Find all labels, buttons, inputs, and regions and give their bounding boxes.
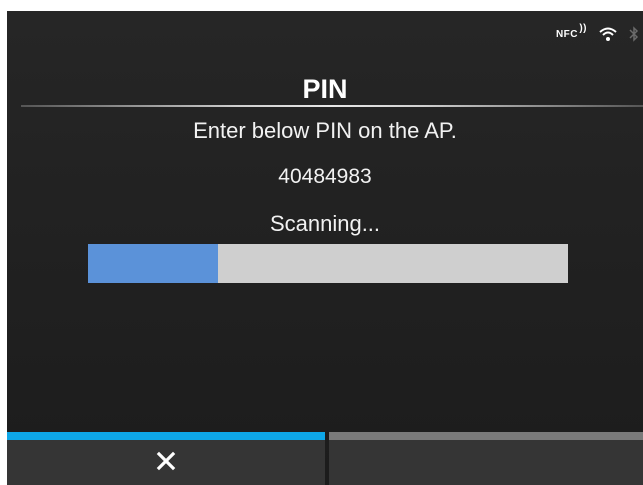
pin-code: 40484983 [278, 165, 372, 188]
right-softkey[interactable] [329, 432, 643, 485]
cancel-button[interactable] [7, 432, 325, 485]
instruction-text: Enter below PIN on the AP. [193, 118, 457, 143]
nfc-label: NFC [555, 28, 578, 40]
progress-bar [88, 244, 568, 283]
status-bar: NFC )) [556, 21, 643, 47]
softkey-indicator-active [7, 432, 325, 440]
printer-display: NFC )) PIN Enter below PIN on the AP. 40… [7, 11, 643, 485]
close-icon [156, 451, 176, 471]
wifi-icon [599, 27, 617, 42]
bluetooth-icon [629, 25, 639, 43]
scan-status: Scanning... [269, 211, 381, 236]
softkey-indicator-inactive [329, 432, 643, 440]
nfc-wave: )) [579, 22, 587, 34]
page-title: PIN [302, 74, 348, 104]
softkey-bar [7, 432, 643, 485]
nfc-icon: NFC )) [555, 23, 587, 40]
title-area: PIN [7, 52, 643, 107]
progress-fill [88, 244, 218, 283]
title-divider [21, 105, 643, 107]
